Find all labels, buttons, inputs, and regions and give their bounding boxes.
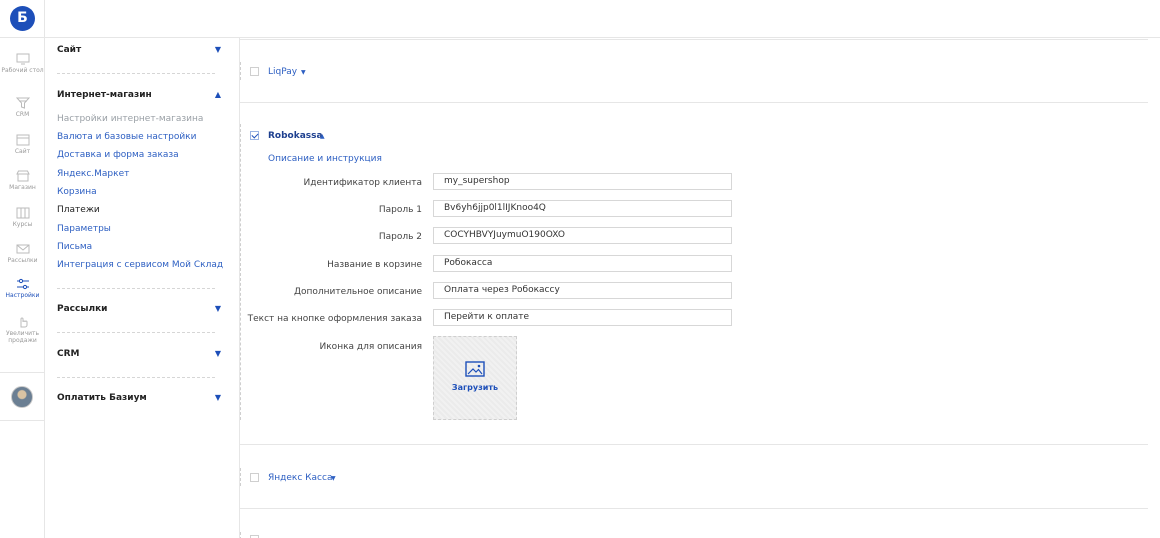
row-guide xyxy=(240,532,241,538)
row-guide xyxy=(240,468,241,486)
nav-section-label: Рассылки xyxy=(57,304,108,314)
field-label: Пароль 1 xyxy=(378,205,422,215)
nav-link-delivery[interactable]: Доставка и форма заказа xyxy=(57,150,179,160)
nav-section-pay[interactable]: Оплатить Базиум ▼ xyxy=(57,393,221,403)
caret-up-icon[interactable]: ▲ xyxy=(320,133,325,140)
rail-item-crm[interactable]: CRM xyxy=(0,97,45,118)
courses-icon xyxy=(16,207,29,219)
section-divider xyxy=(240,39,1148,40)
nav-divider xyxy=(57,377,215,378)
caret-up-icon: ▲ xyxy=(214,90,221,99)
desktop-icon xyxy=(16,53,29,65)
store-icon xyxy=(15,170,30,182)
section-divider xyxy=(240,102,1148,103)
nav-section-mailings[interactable]: Рассылки ▼ xyxy=(57,304,221,314)
rail-divider xyxy=(0,37,45,38)
robokassa-checkbox[interactable] xyxy=(250,131,259,140)
nav-section-crm[interactable]: CRM ▼ xyxy=(57,349,221,359)
nav-section-shop[interactable]: Интернет-магазин ▲ xyxy=(57,90,221,100)
rail-item-label: Настройки xyxy=(5,292,40,299)
section-divider xyxy=(240,508,1148,509)
field-label: Пароль 2 xyxy=(378,232,422,242)
rail-item-label: Рабочий стол xyxy=(1,67,44,74)
nav-section-label: Оплатить Базиум xyxy=(57,393,147,403)
site-icon xyxy=(16,134,29,146)
rail-item-boost-sales[interactable]: Увеличить продажи xyxy=(0,316,45,344)
avatar[interactable] xyxy=(11,386,33,408)
caret-down-icon: ▼ xyxy=(214,393,221,402)
rail-item-label: Увеличить продажи xyxy=(5,330,40,344)
nav-divider xyxy=(57,288,215,289)
caret-down-icon: ▼ xyxy=(214,304,221,313)
icon-upload-dropzone[interactable]: Загрузить xyxy=(433,336,517,420)
upload-label: Загрузить xyxy=(451,383,499,392)
nav-link-yandex-market[interactable]: Яндекс.Маркет xyxy=(57,169,129,179)
nav-link-parameters[interactable]: Параметры xyxy=(57,224,111,234)
nav-section-label: Интернет-магазин xyxy=(57,90,152,100)
funnel-icon xyxy=(15,97,30,109)
field-label: Дополнительное описание xyxy=(293,287,422,297)
nav-link-payments[interactable]: Платежи xyxy=(57,205,100,215)
extra-description-input[interactable]: Оплата через Робокассу xyxy=(433,282,732,299)
field-label: Текст на кнопке оформления заказа xyxy=(247,314,422,324)
rail-item-label: Магазин xyxy=(9,184,36,191)
payments-content: LiqPay ▼ Robokassa ▲ Описание и инструкц… xyxy=(240,38,1160,538)
section-divider xyxy=(240,444,1148,445)
liqpay-title[interactable]: LiqPay xyxy=(268,67,297,77)
rail-divider xyxy=(0,372,45,373)
yandex-kassa-title[interactable]: Яндекс Касса xyxy=(268,473,332,483)
rail-item-label: Курсы xyxy=(12,221,33,228)
settings-nav: Сайт ▼ Интернет-магазин ▲ Настройки инте… xyxy=(45,38,240,538)
nav-section-site[interactable]: Сайт ▼ xyxy=(57,45,221,55)
rail-item-label: CRM xyxy=(15,111,30,118)
row-guide xyxy=(240,62,241,80)
password1-input[interactable]: Bv6yh6jjp0l1lIJKnoo4Q xyxy=(433,200,732,217)
rail-divider xyxy=(0,420,45,421)
sliders-icon xyxy=(16,278,29,290)
nav-link-shop-settings[interactable]: Настройки интернет-магазина xyxy=(57,114,203,124)
robokassa-title[interactable]: Robokassa xyxy=(268,131,323,141)
caret-down-icon[interactable]: ▼ xyxy=(331,475,336,482)
liqpay-checkbox[interactable] xyxy=(250,67,259,76)
app-rail: Б Рабочий стол CRM Сайт Магазин Курсы Ра… xyxy=(0,0,45,538)
rail-item-courses[interactable]: Курсы xyxy=(0,207,45,228)
rail-item-site[interactable]: Сайт xyxy=(0,134,45,155)
rail-item-settings[interactable]: Настройки xyxy=(0,278,45,299)
hand-pointer-icon xyxy=(20,317,27,328)
rail-item-label: Рассылки xyxy=(7,257,38,264)
client-id-input[interactable]: my_supershop xyxy=(433,173,732,190)
nav-section-label: Сайт xyxy=(57,45,82,55)
caret-down-icon: ▼ xyxy=(214,349,221,358)
nav-divider xyxy=(57,73,215,74)
logo[interactable]: Б xyxy=(10,6,35,31)
field-label: Иконка для описания xyxy=(319,342,422,352)
rail-item-store[interactable]: Магазин xyxy=(0,170,45,191)
nav-divider xyxy=(57,332,215,333)
nav-link-currency[interactable]: Валюта и базовые настройки xyxy=(57,132,196,142)
cart-name-input[interactable]: Робокасса xyxy=(433,255,732,272)
mail-icon xyxy=(16,244,29,254)
image-icon xyxy=(465,361,485,377)
nav-link-moysklad[interactable]: Интеграция с сервисом Мой Склад xyxy=(57,260,223,270)
rail-item-desktop[interactable]: Рабочий стол xyxy=(0,53,45,74)
yandex-kassa-checkbox[interactable] xyxy=(250,473,259,482)
field-label: Название в корзине xyxy=(327,260,422,270)
field-label: Идентификатор клиента xyxy=(303,178,422,188)
rail-item-mailings[interactable]: Рассылки xyxy=(0,243,45,264)
nav-link-letters[interactable]: Письма xyxy=(57,242,92,252)
instructions-link[interactable]: Описание и инструкция xyxy=(268,154,382,164)
row-guide xyxy=(240,124,241,420)
password2-input[interactable]: COCYHBVYJuymuO190OXO xyxy=(433,227,732,244)
caret-down-icon: ▼ xyxy=(214,45,221,54)
nav-link-cart[interactable]: Корзина xyxy=(57,187,97,197)
nav-section-label: CRM xyxy=(57,349,80,359)
caret-down-icon[interactable]: ▼ xyxy=(301,69,306,76)
checkout-button-text-input[interactable]: Перейти к оплате xyxy=(433,309,732,326)
rail-item-label: Сайт xyxy=(14,148,31,155)
